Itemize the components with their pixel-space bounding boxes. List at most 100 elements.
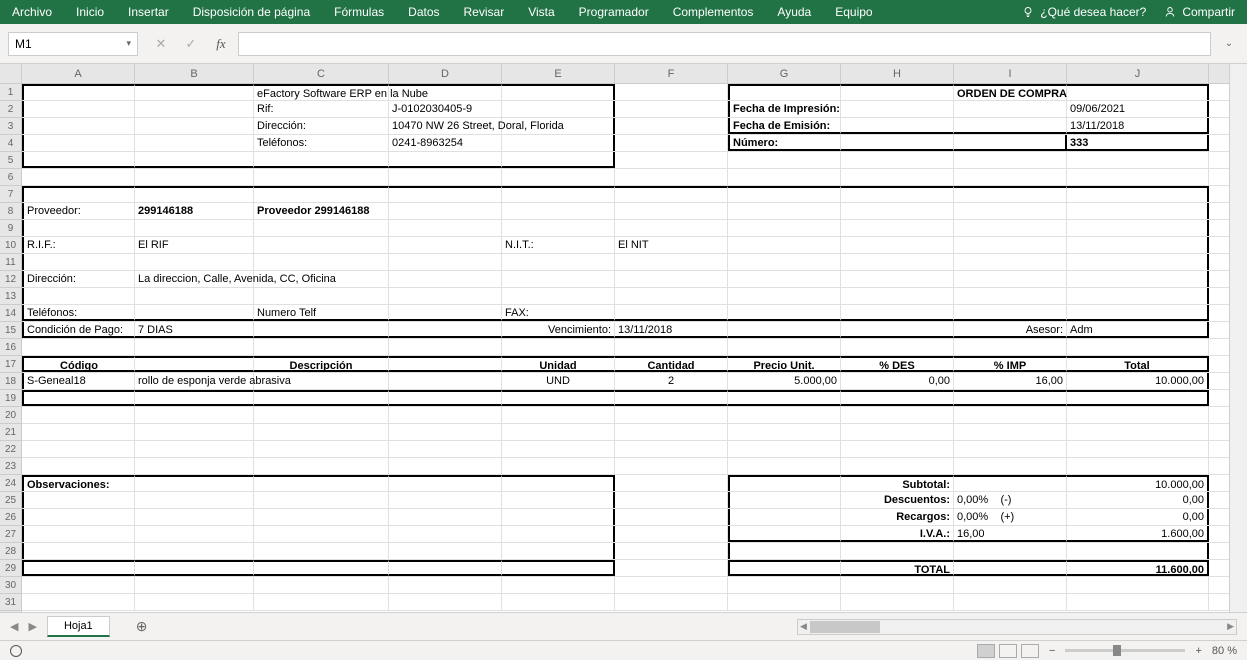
cell[interactable] bbox=[728, 186, 841, 202]
cell[interactable] bbox=[502, 118, 615, 134]
cell[interactable]: 0,00% (+) bbox=[954, 509, 1067, 525]
cell[interactable] bbox=[22, 118, 135, 134]
cell[interactable]: Recargos: bbox=[841, 509, 954, 525]
cell-hdr[interactable]: Precio Unit. bbox=[728, 356, 841, 372]
cell[interactable]: rollo de esponja verde abrasiva bbox=[135, 373, 254, 389]
cell[interactable]: UND bbox=[502, 373, 615, 389]
cell[interactable] bbox=[22, 135, 135, 151]
cancel-formula-icon[interactable]: ✕ bbox=[152, 36, 170, 52]
cell[interactable]: 299146188 bbox=[135, 203, 254, 219]
cell[interactable] bbox=[841, 135, 954, 151]
cell[interactable]: 0,00 bbox=[1067, 492, 1209, 508]
vertical-scrollbar[interactable] bbox=[1229, 64, 1247, 612]
cell[interactable]: 5.000,00 bbox=[728, 373, 841, 389]
cell-hdr[interactable]: Unidad bbox=[502, 356, 615, 372]
col-header[interactable]: C bbox=[254, 64, 389, 83]
row-header[interactable]: 21 bbox=[0, 424, 21, 441]
view-normal-icon[interactable] bbox=[977, 644, 995, 658]
row-header[interactable]: 6 bbox=[0, 169, 21, 186]
add-sheet-icon[interactable]: ⊕ bbox=[136, 618, 148, 635]
cell[interactable]: Asesor: bbox=[954, 322, 1067, 338]
cell[interactable]: 13/11/2018 bbox=[1067, 118, 1209, 134]
row-header[interactable]: 18 bbox=[0, 373, 21, 390]
cell[interactable]: Dirección: bbox=[22, 271, 135, 287]
row-header[interactable]: 2 bbox=[0, 101, 21, 118]
cell[interactable]: Teléfonos: bbox=[22, 305, 135, 321]
cell[interactable] bbox=[615, 186, 728, 202]
menu-disposicion[interactable]: Disposición de página bbox=[193, 5, 310, 19]
cell[interactable] bbox=[615, 152, 728, 168]
zoom-slider[interactable] bbox=[1065, 649, 1185, 652]
cell[interactable] bbox=[502, 152, 615, 168]
cell[interactable]: 10.000,00 bbox=[1067, 475, 1209, 491]
row-header[interactable]: 9 bbox=[0, 220, 21, 237]
cell[interactable] bbox=[615, 118, 728, 134]
cell[interactable] bbox=[502, 101, 615, 117]
cell[interactable]: Descuentos: bbox=[841, 492, 954, 508]
cell[interactable] bbox=[1067, 152, 1209, 168]
zoom-in-icon[interactable]: + bbox=[1195, 645, 1201, 657]
cell[interactable] bbox=[615, 135, 728, 151]
row-header[interactable]: 29 bbox=[0, 560, 21, 577]
cell[interactable]: S-Geneal18 bbox=[22, 373, 135, 389]
cell[interactable]: Teléfonos: bbox=[254, 135, 389, 151]
cell[interactable] bbox=[1067, 84, 1209, 100]
cell[interactable] bbox=[22, 186, 135, 202]
view-layout-icon[interactable] bbox=[999, 644, 1017, 658]
cell[interactable]: Observaciones: bbox=[22, 475, 135, 491]
cell[interactable] bbox=[135, 152, 254, 168]
cell[interactable] bbox=[389, 152, 502, 168]
cell[interactable]: 7 DIAS bbox=[135, 322, 254, 338]
row-header[interactable]: 13 bbox=[0, 288, 21, 305]
col-header[interactable]: E bbox=[502, 64, 615, 83]
menu-insertar[interactable]: Insertar bbox=[128, 5, 169, 19]
row-header[interactable]: 19 bbox=[0, 390, 21, 407]
tab-prev-icon[interactable]: ◀ bbox=[10, 620, 18, 633]
menu-equipo[interactable]: Equipo bbox=[835, 5, 872, 19]
cell[interactable]: 11.600,00 bbox=[1067, 560, 1209, 576]
menu-revisar[interactable]: Revisar bbox=[464, 5, 505, 19]
row-header[interactable]: 14 bbox=[0, 305, 21, 322]
cell[interactable]: 1.600,00 bbox=[1067, 526, 1209, 542]
cell[interactable] bbox=[22, 101, 135, 117]
accessibility-icon[interactable] bbox=[10, 645, 22, 657]
cell[interactable]: 10.000,00 bbox=[1067, 373, 1209, 389]
col-header[interactable]: A bbox=[22, 64, 135, 83]
cell[interactable]: Proveedor 299146188 bbox=[254, 203, 389, 219]
cell[interactable]: 0,00 bbox=[1067, 509, 1209, 525]
cell[interactable]: N.I.T.: bbox=[502, 237, 615, 253]
menu-archivo[interactable]: Archivo bbox=[12, 5, 52, 19]
row-header[interactable]: 28 bbox=[0, 543, 21, 560]
cell[interactable] bbox=[954, 152, 1067, 168]
cell-hdr[interactable]: Código bbox=[22, 356, 135, 372]
col-header[interactable]: G bbox=[728, 64, 841, 83]
cell[interactable]: 0241-8963254 bbox=[389, 135, 502, 151]
cell[interactable] bbox=[841, 186, 954, 202]
scrollbar-thumb[interactable] bbox=[810, 621, 880, 633]
cell[interactable] bbox=[22, 84, 135, 100]
menu-inicio[interactable]: Inicio bbox=[76, 5, 104, 19]
cell[interactable]: Rif: bbox=[254, 101, 389, 117]
tell-me-search[interactable]: ¿Qué desea hacer? bbox=[1022, 5, 1146, 19]
cell[interactable]: 13/11/2018 bbox=[615, 322, 728, 338]
col-header[interactable]: D bbox=[389, 64, 502, 83]
cell-hdr[interactable]: Descripción bbox=[254, 356, 389, 372]
row-header[interactable]: 15 bbox=[0, 322, 21, 339]
fx-icon[interactable]: fx bbox=[212, 36, 230, 52]
cell[interactable] bbox=[502, 135, 615, 151]
menu-programador[interactable]: Programador bbox=[579, 5, 649, 19]
cell[interactable] bbox=[954, 118, 1067, 134]
cell-hdr[interactable]: Total bbox=[1067, 356, 1209, 372]
row-header[interactable]: 22 bbox=[0, 441, 21, 458]
cell[interactable]: Fecha de Impresión: bbox=[728, 101, 841, 117]
cell[interactable]: Proveedor: bbox=[22, 203, 135, 219]
select-all-corner[interactable] bbox=[0, 64, 21, 84]
cell[interactable] bbox=[135, 135, 254, 151]
expand-formula-icon[interactable]: ⌄ bbox=[1219, 38, 1239, 49]
row-header[interactable]: 30 bbox=[0, 577, 21, 594]
cell[interactable] bbox=[954, 186, 1067, 202]
cell[interactable]: 2 bbox=[615, 373, 728, 389]
cell[interactable] bbox=[135, 118, 254, 134]
cell-order-num[interactable]: 333 bbox=[1067, 135, 1209, 151]
col-header[interactable]: B bbox=[135, 64, 254, 83]
